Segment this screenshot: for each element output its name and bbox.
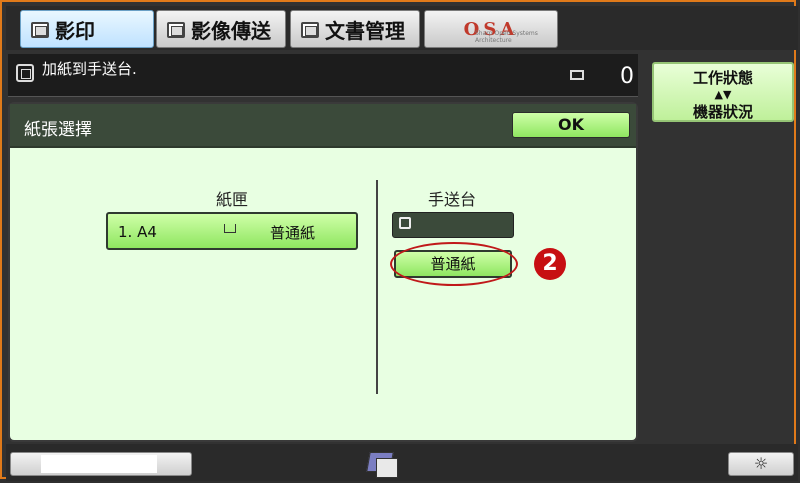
- ok-button[interactable]: OK: [512, 112, 630, 138]
- tray-1-button[interactable]: 1. A4 普通紙: [106, 212, 358, 250]
- osa-subtitle: Sharp Open Systems Architecture: [475, 30, 538, 44]
- job-status-button[interactable]: 工作狀態 ▲▼ 機器狀況: [652, 62, 794, 122]
- screen-frame: 影印 影像傳送 文書管理 OSA Sharp Open Systems Arch…: [0, 0, 798, 481]
- highlight-ring: [390, 242, 518, 286]
- copies-icon: [570, 70, 584, 80]
- document-filing-icon: [299, 20, 321, 38]
- section-divider: [376, 180, 378, 394]
- tab-copy-label: 影印: [55, 18, 95, 43]
- machine-status-label: 機器狀況: [692, 103, 753, 121]
- bottom-left-button[interactable]: [10, 452, 192, 476]
- toggle-arrows-icon: ▲▼: [714, 88, 732, 101]
- machine-icon[interactable]: [366, 448, 400, 478]
- tab-image-send[interactable]: 影像傳送: [156, 10, 286, 48]
- tab-image-send-label: 影像傳送: [191, 18, 271, 43]
- copy-icon: [29, 20, 51, 38]
- top-tab-bar: 影印 影像傳送 文書管理 OSA Sharp Open Systems Arch…: [6, 6, 798, 50]
- bypass-hand-icon: [399, 217, 411, 229]
- panel-header: 紙張選擇 OK: [10, 104, 636, 148]
- bypass-heading: 手送台: [427, 190, 476, 209]
- tab-copy[interactable]: 影印: [20, 10, 154, 48]
- machine-icon-front: [376, 458, 398, 478]
- paper-select-panel: 紙張選擇 OK 紙匣 1. A4 普通紙 手送台 普通紙 2: [8, 102, 638, 442]
- panel-title: 紙張選擇: [24, 120, 92, 140]
- step-number-badge: 2: [534, 248, 566, 280]
- copy-count: 0: [620, 64, 634, 89]
- tray-heading: 紙匣: [215, 190, 248, 209]
- brightness-icon: ☼: [753, 454, 769, 473]
- paper-orientation-icon: [224, 224, 236, 233]
- bottom-bar: ☼: [6, 444, 798, 481]
- image-send-icon: [165, 20, 187, 38]
- message-text: 加紙到手送台.: [42, 60, 137, 78]
- job-status-label: 工作狀態: [692, 69, 753, 87]
- copy-mode-icon: [16, 64, 34, 82]
- tab-document-filing-label: 文書管理: [325, 18, 405, 43]
- bottom-left-display: [41, 455, 157, 473]
- tab-osa[interactable]: OSA Sharp Open Systems Architecture: [424, 10, 558, 48]
- bypass-tray-indicator[interactable]: [392, 212, 514, 238]
- tray-number: 1. A4: [118, 223, 157, 241]
- message-bar: 加紙到手送台. 0: [8, 54, 638, 97]
- tray-paper-type: 普通紙: [270, 224, 316, 242]
- tab-document-filing[interactable]: 文書管理: [290, 10, 420, 48]
- brightness-button[interactable]: ☼: [728, 452, 794, 476]
